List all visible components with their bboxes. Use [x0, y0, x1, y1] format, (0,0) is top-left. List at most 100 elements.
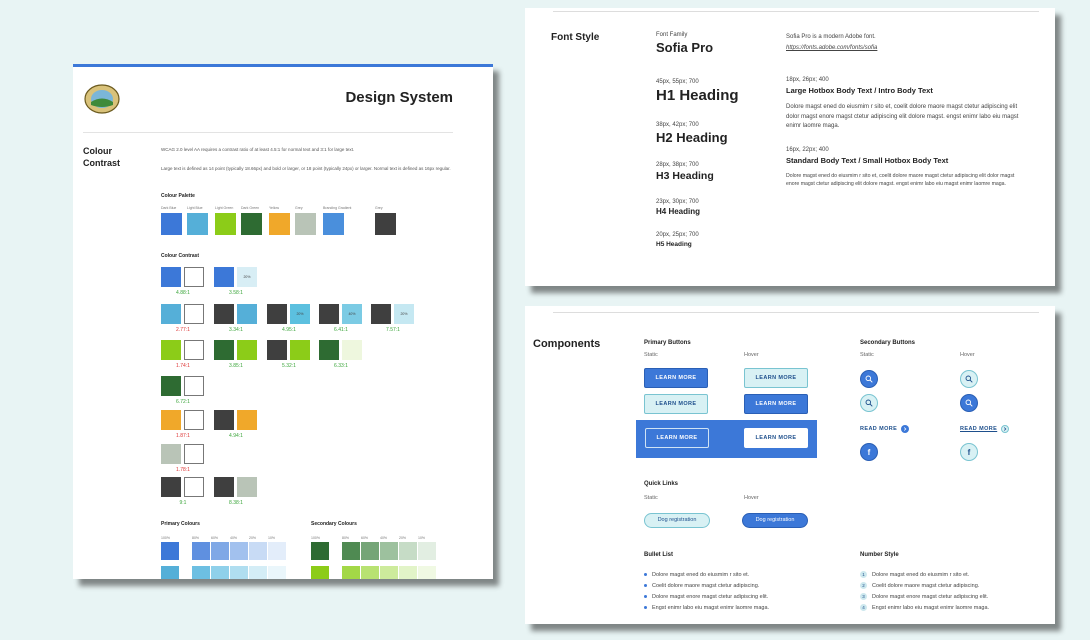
contrast-swatch: 20% — [290, 304, 310, 324]
learn-more-button-alt-hover[interactable]: LEARN MORE — [744, 394, 808, 414]
primary-static-label: Static — [644, 352, 658, 358]
search-button[interactable] — [860, 370, 878, 388]
search-icon — [865, 399, 873, 407]
contrast-swatch — [237, 304, 257, 324]
bullet-item: Dolore magst enore magst ctetur adipisci… — [644, 594, 768, 600]
tint-swatch — [268, 542, 286, 560]
contrast-swatch: 40% — [342, 304, 362, 324]
search-button-alt[interactable] — [860, 394, 878, 412]
search-icon — [965, 375, 973, 383]
contrast-ratio: 2.77:1 — [176, 327, 190, 333]
section-title-line2: Contrast — [83, 158, 121, 168]
h4-meta: 23px, 30px; 700 — [656, 199, 699, 205]
palette-label: Grey — [295, 206, 303, 210]
learn-more-button-white[interactable]: LEARN MORE — [744, 428, 808, 448]
search-icon — [965, 399, 973, 407]
palette-swatch — [215, 213, 236, 235]
contrast-swatch — [184, 410, 204, 430]
h4-sample: H4 Heading — [656, 207, 701, 216]
contrast-ratio: 3.85:1 — [229, 363, 243, 369]
chevron-right-icon — [901, 425, 910, 433]
palette-heading: Colour Palette — [161, 193, 195, 199]
bullet-item-text: Dolore magst ened do eiusmim r sito et. — [652, 572, 750, 578]
components-card: Components Primary Buttons Static Hover … — [525, 306, 1055, 624]
contrast-swatch — [184, 340, 204, 360]
search-button-alt-hover[interactable] — [960, 394, 978, 412]
palette-swatch — [241, 213, 262, 235]
bullet-item: Coelit dolore maore magst ctetur adipisc… — [644, 583, 759, 589]
number-item: 3 Dolore magst enore magst ctetur adipisc… — [860, 593, 988, 600]
search-button-hover[interactable] — [960, 370, 978, 388]
page-title: Design System — [345, 89, 453, 106]
intro-text-1: WCAG 2.0 level AA requires a contrast ra… — [161, 147, 355, 152]
contrast-ratio: 6.72:1 — [176, 399, 190, 405]
read-more-link-hover[interactable]: READ MORE — [960, 425, 1010, 433]
number-badge: 1 — [860, 571, 867, 578]
read-more-label: READ MORE — [960, 426, 998, 432]
tint-label: 60% — [211, 536, 219, 540]
tint-label: 10% — [268, 536, 276, 540]
palette-label: Branding Gradient — [323, 206, 352, 210]
tint-swatch — [342, 566, 360, 579]
number-badge: 3 — [860, 593, 867, 600]
learn-more-button-hover[interactable]: LEARN MORE — [744, 368, 808, 388]
contrast-ratio: 1.78:1 — [176, 467, 190, 473]
bullet-item-text: Dolore magst enore magst ctetur adipisci… — [652, 594, 769, 600]
search-icon — [865, 375, 873, 383]
palette-label: Grey — [375, 206, 383, 210]
palette-label: Dark Green — [241, 206, 260, 210]
logo-seal — [83, 83, 121, 115]
font-style-card: Font Style Font Family Sofia Pro Sofia P… — [525, 8, 1055, 286]
contrast-swatch — [237, 477, 257, 497]
contrast-ratio: 3.58:1 — [229, 290, 243, 296]
large-body-text: Dolore magst ened do eiusmim r sito et, … — [786, 104, 1019, 129]
number-item: 4 Engst enimr labo eiu magst enimr laomre… — [860, 604, 989, 611]
primary-colours-heading: Primary Colours — [161, 521, 200, 527]
h1-meta: 45px, 55px; 700 — [656, 79, 699, 85]
read-more-link[interactable]: READ MORE — [860, 425, 910, 433]
tint-label: 80% — [342, 536, 350, 540]
font-family-link[interactable]: https://fonts.adobe.com/fonts/sofia — [786, 45, 877, 51]
contrast-swatch — [161, 267, 181, 287]
h5-sample: H5 Heading — [656, 241, 692, 248]
facebook-button-hover[interactable]: f — [960, 443, 978, 461]
tint-label: 40% — [380, 536, 388, 540]
intro-text-2: Large text is defined as 14 point (typic… — [161, 166, 451, 171]
contrast-swatch — [184, 267, 204, 287]
contrast-swatch — [214, 340, 234, 360]
tint-swatch — [230, 542, 248, 560]
contrast-swatch — [184, 376, 204, 396]
palette-label: Light Blue — [187, 206, 203, 210]
tint-swatch — [361, 566, 379, 579]
contrast-ratio: 3.34:1 — [229, 327, 243, 333]
contrast-ratio: 6.33:1 — [334, 363, 348, 369]
contrast-swatch — [214, 410, 234, 430]
h5-meta: 20px, 25px; 700 — [656, 232, 699, 238]
contrast-ratio: 8.38:1 — [229, 500, 243, 506]
tint-swatch — [161, 566, 179, 579]
contrast-swatch — [184, 304, 204, 324]
quick-links-hover-label: Hover — [744, 495, 759, 501]
palette-swatch — [187, 213, 208, 235]
facebook-button[interactable]: f — [860, 443, 878, 461]
font-family-label: Font Family — [656, 32, 688, 38]
tint-label: 10% — [418, 536, 426, 540]
facebook-icon: f — [967, 447, 971, 457]
tint-label: 20% — [249, 536, 257, 540]
tint-swatch — [211, 566, 229, 579]
learn-more-button[interactable]: LEARN MORE — [644, 368, 708, 388]
learn-more-button-outline[interactable]: LEARN MORE — [645, 428, 709, 448]
tint-swatch — [249, 566, 267, 579]
palette-label: Dark Blue — [161, 206, 177, 210]
quick-links-heading: Quick Links — [644, 481, 679, 487]
h2-meta: 38px, 42px; 700 — [656, 122, 699, 128]
learn-more-button-alt[interactable]: LEARN MORE — [644, 394, 708, 414]
components-title: Components — [533, 338, 601, 350]
number-item-text: Engst enimr labo eiu magst enimr laomre … — [872, 604, 990, 611]
tint-swatch — [230, 566, 248, 579]
dog-registration-link[interactable]: Dog registration — [644, 513, 710, 528]
dog-registration-link-hover[interactable]: Dog registration — [742, 513, 808, 528]
contrast-ratio: 4.94:1 — [229, 433, 243, 439]
contrast-swatch — [371, 304, 391, 324]
contrast-swatch: 20% — [394, 304, 414, 324]
